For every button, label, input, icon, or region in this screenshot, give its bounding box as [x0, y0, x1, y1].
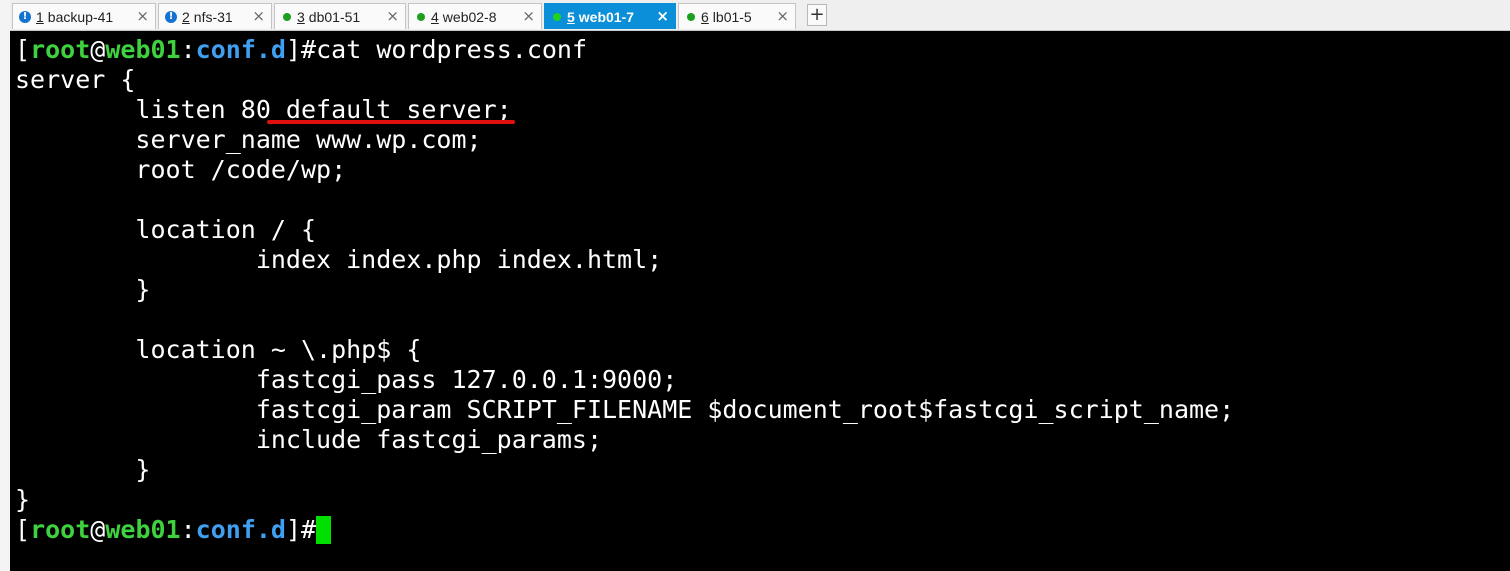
add-tab-button[interactable]: +	[807, 4, 827, 26]
command-text: cat wordpress.conf	[316, 35, 588, 64]
terminal-line: }	[15, 485, 31, 514]
connected-status-icon	[687, 12, 695, 21]
tab-number: 6	[701, 8, 709, 25]
prompt-user: root	[30, 515, 91, 544]
close-tab-icon[interactable]: ×	[522, 7, 535, 25]
prompt-colon: :	[180, 35, 196, 64]
tab-label: web01-7	[578, 8, 635, 25]
prompt-bracket: [	[15, 515, 31, 544]
prompt-bracket: [	[15, 35, 31, 64]
close-tab-icon[interactable]: ×	[252, 7, 265, 25]
tab-label: lb01-5	[712, 8, 752, 25]
close-tab-icon[interactable]: ×	[136, 7, 149, 25]
tab-nfs-31[interactable]: 2 nfs-31 ×	[158, 3, 272, 29]
tab-number: 2	[182, 8, 190, 25]
terminal-line: fastcgi_pass 127.0.0.1:9000;	[15, 365, 678, 394]
terminal-line: location / {	[15, 215, 317, 244]
tab-number: 1	[36, 8, 44, 25]
prompt-user: root	[30, 35, 91, 64]
terminal-line: fastcgi_param SCRIPT_FILENAME $document_…	[15, 395, 1235, 424]
terminal-line: }	[15, 455, 151, 484]
close-tab-icon[interactable]: ×	[776, 7, 789, 25]
terminal-prompt-line: [root@web01:conf.d]#	[15, 515, 332, 545]
prompt-host: web01	[105, 515, 181, 544]
terminal-line: root /code/wp;	[15, 155, 347, 184]
warning-status-icon	[19, 10, 31, 24]
tab-number: 5	[567, 8, 575, 25]
prompt-dir: conf.d	[195, 515, 286, 544]
tab-number: 4	[431, 8, 439, 25]
connected-status-icon	[417, 12, 425, 21]
warning-status-icon	[165, 10, 177, 24]
prompt-symbol: #	[301, 35, 317, 64]
prompt-symbol: #	[301, 515, 317, 544]
session-tab-bar: 1 backup-41 × 2 nfs-31 × 3 db01-51 × 4 w…	[10, 0, 1510, 31]
red-underline-annotation	[267, 120, 515, 124]
tab-db01-51[interactable]: 3 db01-51 ×	[274, 3, 406, 29]
prompt-colon: :	[180, 515, 196, 544]
terminal-line: server {	[15, 65, 136, 94]
tab-web02-8[interactable]: 4 web02-8 ×	[408, 3, 542, 29]
tab-label: nfs-31	[193, 8, 233, 25]
prompt-bracket: ]	[285, 515, 302, 544]
connected-status-icon	[553, 12, 561, 21]
terminal-command-line: [root@web01:conf.d]#cat wordpress.conf	[15, 35, 587, 65]
prompt-host: web01	[105, 35, 181, 64]
tab-label: web02-8	[442, 8, 497, 25]
tab-backup-41[interactable]: 1 backup-41 ×	[12, 3, 156, 29]
terminal-line: }	[15, 275, 151, 304]
prompt-bracket: ]	[285, 35, 302, 64]
prompt-at: @	[90, 515, 106, 544]
connected-status-icon	[283, 12, 291, 21]
close-tab-icon[interactable]: ×	[656, 7, 669, 25]
terminal-cursor	[316, 516, 332, 544]
terminal-output[interactable]: [root@web01:conf.d]#cat wordpress.conf s…	[10, 31, 1510, 571]
tab-web01-7[interactable]: 5 web01-7 ×	[544, 3, 676, 29]
terminal-line: index index.php index.html;	[15, 245, 663, 274]
tab-label: db01-51	[308, 8, 361, 25]
tab-lb01-5[interactable]: 6 lb01-5 ×	[678, 3, 796, 29]
terminal-line: include fastcgi_params;	[15, 425, 602, 454]
close-tab-icon[interactable]: ×	[386, 7, 399, 25]
tab-label: backup-41	[47, 8, 114, 25]
prompt-at: @	[90, 35, 106, 64]
terminal-line: server_name www.wp.com;	[15, 125, 482, 154]
terminal-line: location ~ \.php$ {	[15, 335, 422, 364]
prompt-dir: conf.d	[195, 35, 286, 64]
tab-number: 3	[297, 8, 305, 25]
